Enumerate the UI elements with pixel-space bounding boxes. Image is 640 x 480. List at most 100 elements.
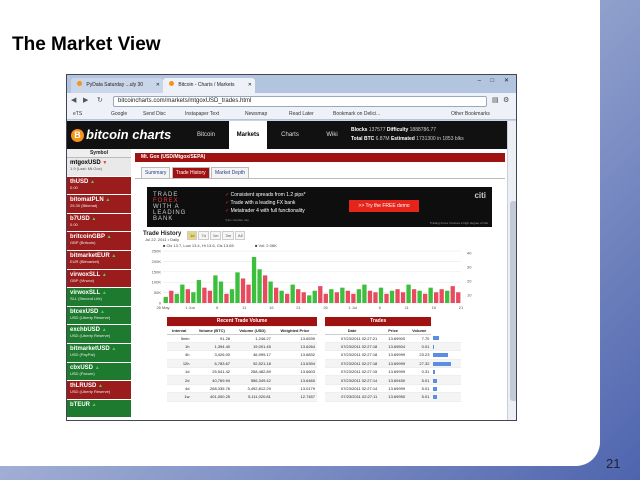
trade-history-chart: Jul 22, 2011 • Daily ■ Cls 13.7, Low 13.… [145,237,472,310]
volume-bar-cell [431,384,461,394]
volume-bar [411,289,417,303]
volume-bar [400,292,406,303]
sidebar-item-bteur[interactable]: bTEUR ▲ [67,399,131,419]
table-cell: 07/23/2011 02:27:14 [325,384,380,394]
y-tick-left: 150K [152,269,162,274]
scrollbar-thumb[interactable] [510,201,516,401]
table-row: 07/23/2011 02:27:14 13.69450 5.01 [325,375,461,385]
volume-bar [312,290,317,303]
column-header[interactable]: Price [379,326,408,335]
close-tab-icon[interactable]: ✕ [248,78,252,93]
y-tick-left: 250K [152,249,162,254]
sidebar-item-virwoxsll[interactable]: virwoxSLL ▲ SLL (Second Life) [67,288,131,307]
nav-tab-charts[interactable]: Charts [271,121,309,149]
arrow-up-icon: ▲ [106,234,112,241]
symbol-sub: USD (Paxum) [70,370,95,376]
volume-bar [213,275,218,303]
volume-bar [229,289,235,303]
table-row: 2d 40,769.94 556,349.42 13.6460 [167,375,317,385]
symbol-sub: USD (Liberty Reserve) [70,333,111,339]
table-cell: 23.23 [407,350,432,360]
sidebar-item-btcexusd[interactable]: btcexUSD ▲ USD (Liberty Reserve) [67,306,131,326]
browser-tab-bitcoincharts[interactable]: Bitcoin - Charts / Markets ✕ [163,78,255,93]
page-menu-icon[interactable]: ▤ [492,96,499,104]
market-title: Mt. Gox (USD/Mtgox/SEPA) [135,153,505,162]
x-tick: 21 [459,305,464,310]
sidebar-item-b7usd[interactable]: b7USD ▲ 0.00 [67,213,131,233]
bookmark-item[interactable]: Newsmap [245,109,267,120]
sidebar-item-bitmarketusd[interactable]: bitmarketUSD ▲ USD (PayPal) [67,343,131,363]
subtab-trade-history[interactable]: Trade History [171,167,210,178]
browser-tab-pydata[interactable]: PyData Saturday ...uly 30 ✕ [71,78,163,93]
volume-bar-cell [431,359,461,369]
sidebar-item-mtgoxusd[interactable]: mtgoxUSD ▼ 1.9 (Last: Mt.Gox) [67,158,131,177]
sidebar-item-britcoingbp[interactable]: britcoinGBP ▲ GBP (Britcoin) [67,232,131,251]
close-tab-icon[interactable]: ✕ [156,78,160,93]
table-cell: 13.69999 [379,384,408,394]
ad-advertiser-logo: citi [474,191,486,200]
column-header[interactable]: Interval [167,326,192,335]
bookmark-item[interactable]: Bookmark on Delici... [333,109,380,120]
arrow-up-icon: ▲ [101,271,107,278]
volume-bar [218,281,224,303]
address-bar[interactable]: bitcoincharts.com/markets/mtgoxUSD_trade… [113,96,487,107]
arrow-up-icon: ▲ [105,197,111,204]
table-cell: 07/23/2011 02:27:18 [325,359,380,369]
volume-bar [329,289,334,303]
forward-icon[interactable]: ▶ [83,96,88,104]
x-tick: 11 [242,305,247,310]
subtab-market-depth[interactable]: Market Depth [211,167,250,178]
column-header[interactable]: Volume (USD) [232,326,273,335]
subtab-summary[interactable]: Summary [141,167,171,178]
table-row: 07/23/2011 02:27:11 13.69950 5.01 [325,392,461,402]
table-cell: 1,394.40 [191,342,233,352]
table-row: 4h 3,426.00 46,999.17 13.6832 [167,350,317,360]
table-cell: 5.01 [407,392,432,402]
bookmark-item[interactable]: eTS [73,109,82,120]
volume-bar [273,287,279,303]
sidebar-item-exchbusd[interactable]: exchbUSD ▲ USD (Liberty Reserve) [67,325,131,344]
forex-ad-banner[interactable]: TRADE FOREX WITH A LEADING BANK ✓ Consis… [147,187,492,227]
table-cell: 92,521.18 [232,359,273,369]
volume-bar [224,293,229,303]
volume-bar-cell [431,392,461,402]
ad-disclaimer: *plus variable rate [225,218,250,222]
window-controls[interactable]: – □ ✕ [478,77,513,84]
bookmark-item[interactable]: Google [111,109,127,120]
y-tick-left: 100K [152,280,162,285]
sidebar-item-cbxusd[interactable]: cbxUSD ▲ USD (Paxum) [67,362,131,382]
ad-demo-button[interactable]: >> Try the FREE demo [349,200,419,212]
symbol-sub: USD (Liberty Reserve) [70,314,111,320]
column-header[interactable]: Date [325,326,380,335]
column-header[interactable]: Volume (BTC) [191,326,233,335]
nav-tab-markets[interactable]: Markets [229,121,267,149]
page-scrollbar[interactable] [507,121,516,420]
sidebar-item-thusd[interactable]: thUSD ▲ 0.00 [67,176,131,196]
site-logo[interactable]: Bbitcoin charts [71,127,171,142]
wrench-icon[interactable]: ⚙ [503,96,509,104]
volume-bar [251,257,257,303]
trade-volume-bar [433,361,452,366]
column-header[interactable]: Weighted Price [272,326,317,335]
volume-bar [191,292,196,303]
sidebar-item-bitmarketeur[interactable]: bitmarketEUR ▲ EUR (Bitmarket) [67,250,131,270]
sidebar-item-virwoxsll[interactable]: virwoxSLL ▲ GBP (Virwox) [67,269,131,289]
table-cell: 258,482.89 [232,367,273,377]
table-cell: 4h [167,350,192,360]
bookmark-item[interactable]: Read Later [289,109,314,120]
nav-tab-wiki[interactable]: Wiki [313,121,351,149]
table-row: 07/23/2011 02:27:18 13.69999 23.23 [325,350,461,360]
reload-icon[interactable]: ↻ [97,96,103,104]
nav-tab-bitcoin[interactable]: Bitcoin [187,121,225,149]
x-tick: 16 [432,305,437,310]
bookmark-item[interactable]: Send Disc [143,109,166,120]
table-cell: 13.6832 [272,350,317,360]
sidebar-item-thlrusd[interactable]: thLRUSD ▲ USD (Liberty Reserve) [67,381,131,400]
back-icon[interactable]: ◀ [71,96,76,104]
column-header[interactable]: Volume [407,326,432,335]
symbol-sub: GBP (Britcoin) [70,240,96,246]
bookmark-item[interactable]: Instapaper Text [185,109,219,120]
bookmark-item[interactable]: Other Bookmarks [451,109,490,120]
sidebar-item-bitomatpln[interactable]: bitomatPLN ▲ 25.30 (Bitomat) [67,195,131,214]
table-cell: 268,335.76 [191,384,233,394]
